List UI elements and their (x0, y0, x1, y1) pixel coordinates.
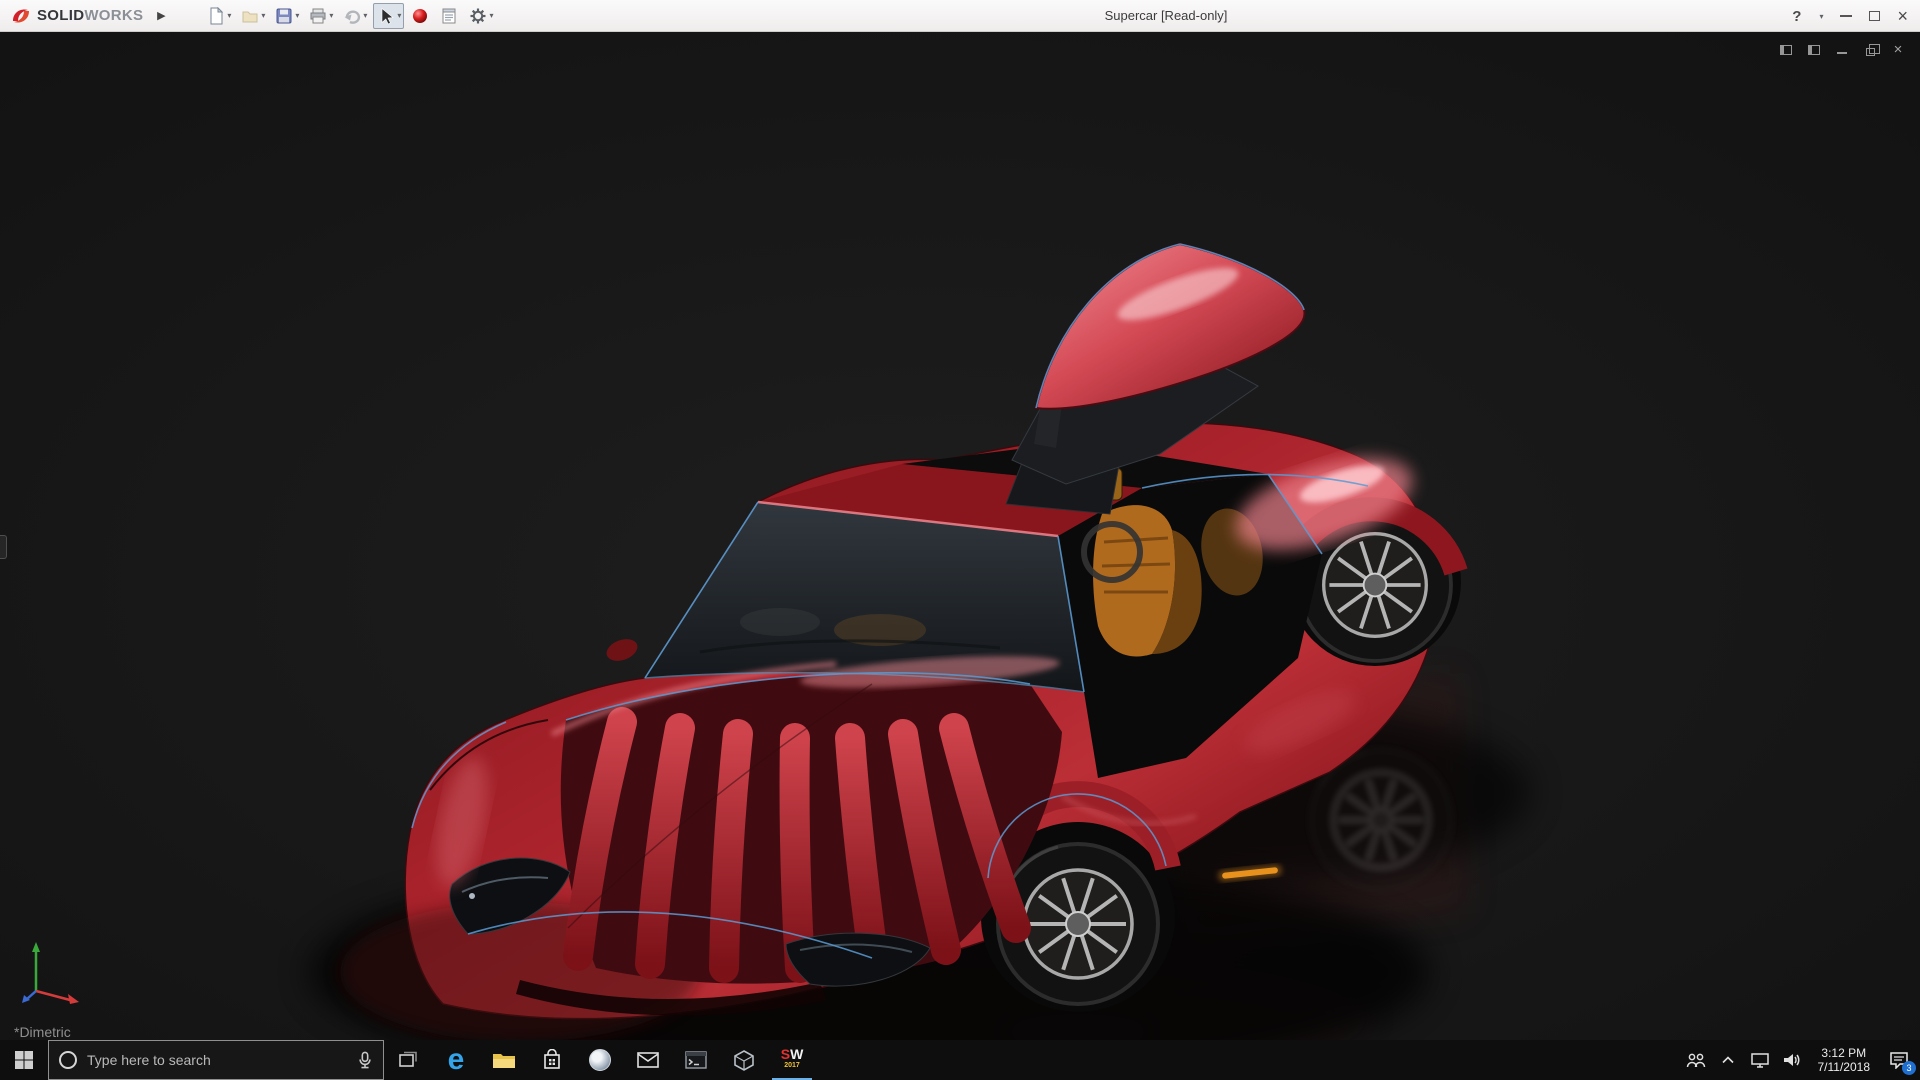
open-button[interactable]: ▾ (237, 3, 268, 29)
close-button[interactable]: × (1897, 7, 1908, 25)
network-button[interactable] (1746, 1040, 1774, 1080)
windows-taskbar: e (0, 1040, 1920, 1080)
show-pane-2-icon[interactable] (1806, 42, 1822, 58)
open-folder-icon (240, 6, 260, 26)
windows-logo-icon (14, 1050, 34, 1070)
maximize-button[interactable] (1869, 11, 1880, 21)
people-button[interactable] (1682, 1040, 1710, 1080)
new-document-icon (206, 6, 226, 26)
save-floppy-icon (274, 6, 294, 26)
task-view-button[interactable] (384, 1040, 432, 1080)
new-document-button[interactable]: ▾ (203, 3, 234, 29)
dropdown-caret[interactable]: ▾ (329, 11, 333, 20)
edge-taskbar-button[interactable]: e (432, 1040, 480, 1080)
solidworks-window: SOLIDWORKS ▶ ▾ ▾ ▾ ▾ (0, 0, 1920, 1080)
edrawings-cube-icon (733, 1049, 755, 1071)
document-window-controls: × (1778, 42, 1906, 58)
doc-close-icon[interactable]: × (1890, 42, 1906, 58)
action-center-button[interactable]: 3 (1882, 1040, 1916, 1080)
select-button[interactable]: ▾ (373, 3, 404, 29)
search-input[interactable] (87, 1052, 347, 1068)
menu-flyout-arrow[interactable]: ▶ (153, 9, 169, 22)
volume-icon (1783, 1053, 1801, 1067)
options-gear-icon (468, 6, 488, 26)
feature-manager-collapsed-tab[interactable] (0, 535, 7, 559)
show-pane-icon[interactable] (1778, 42, 1794, 58)
tray-overflow-button[interactable] (1714, 1040, 1742, 1080)
console-button[interactable] (672, 1040, 720, 1080)
microphone-icon[interactable] (357, 1050, 373, 1070)
file-explorer-icon (492, 1050, 516, 1070)
save-button[interactable]: ▾ (271, 3, 302, 29)
notification-badge: 3 (1902, 1061, 1916, 1075)
titlebar: SOLIDWORKS ▶ ▾ ▾ ▾ ▾ (0, 0, 1920, 32)
standard-toolbar: ▾ ▾ ▾ ▾ ▾ (203, 3, 496, 29)
sw-year: 2017 (784, 1060, 800, 1071)
volume-button[interactable] (1778, 1040, 1806, 1080)
document-title: Supercar [Read-only] (1105, 0, 1228, 32)
display-network-icon (1751, 1053, 1769, 1068)
console-icon (685, 1051, 707, 1069)
chevron-up-icon (1722, 1056, 1734, 1064)
clock-time: 3:12 PM (1818, 1046, 1871, 1060)
solidworks-taskbar-button[interactable]: SW 2017 (768, 1040, 816, 1080)
options-button[interactable]: ▾ (465, 3, 496, 29)
file-properties-icon (439, 6, 459, 26)
window-controls: ? ▾ × (1792, 0, 1908, 32)
file-properties-button[interactable] (436, 3, 462, 29)
brand-text: SOLIDWORKS (37, 7, 143, 24)
edrawings-button[interactable] (720, 1040, 768, 1080)
help-button[interactable]: ? (1792, 8, 1801, 25)
dropdown-caret[interactable]: ▾ (295, 11, 299, 20)
dropdown-caret[interactable]: ▾ (363, 11, 367, 20)
solidworks-2017-icon: SW 2017 (781, 1049, 804, 1071)
orientation-triad (18, 939, 82, 1014)
cortana-icon (59, 1051, 77, 1069)
render-sphere-icon (410, 6, 430, 26)
mail-button[interactable] (624, 1040, 672, 1080)
clock-date: 7/11/2018 (1818, 1060, 1871, 1074)
view-orientation-label: *Dimetric (14, 1024, 71, 1040)
store-button[interactable] (528, 1040, 576, 1080)
people-icon (1686, 1053, 1706, 1068)
circle-app-icon (589, 1049, 611, 1071)
minimize-button[interactable] (1840, 15, 1852, 17)
dropdown-caret[interactable]: ▾ (489, 11, 493, 20)
store-bag-icon (542, 1049, 562, 1071)
dropdown-caret[interactable]: ▾ (227, 11, 231, 20)
clock[interactable]: 3:12 PM 7/11/2018 (1810, 1046, 1879, 1074)
render-sphere-button[interactable] (407, 3, 433, 29)
brand-bold: SOLID (37, 7, 84, 24)
help-caret[interactable]: ▾ (1819, 12, 1823, 21)
supercar-model-render[interactable] (0, 32, 1920, 1040)
graphics-area[interactable]: × *Dimetric (0, 32, 1920, 1040)
doc-minimize-icon[interactable] (1834, 42, 1850, 58)
start-button[interactable] (0, 1040, 48, 1080)
solidworks-logo: SOLIDWORKS (0, 5, 143, 27)
dropdown-caret[interactable]: ▾ (261, 11, 265, 20)
mail-icon (637, 1052, 659, 1068)
system-tray: 3:12 PM 7/11/2018 3 (1682, 1040, 1920, 1080)
undo-button[interactable]: ▾ (339, 3, 370, 29)
doc-restore-icon[interactable] (1862, 42, 1878, 58)
print-button[interactable]: ▾ (305, 3, 336, 29)
task-view-icon (397, 1049, 419, 1071)
brand-light: WORKS (84, 7, 143, 24)
solidworks-swirl-icon (10, 5, 32, 27)
undo-icon (342, 6, 362, 26)
file-explorer-button[interactable] (480, 1040, 528, 1080)
taskbar-search[interactable] (48, 1040, 384, 1080)
edge-icon: e (448, 1045, 465, 1075)
dropdown-caret[interactable]: ▾ (397, 11, 401, 20)
print-icon (308, 6, 328, 26)
app-circle-button[interactable] (576, 1040, 624, 1080)
select-cursor-icon (376, 6, 396, 26)
